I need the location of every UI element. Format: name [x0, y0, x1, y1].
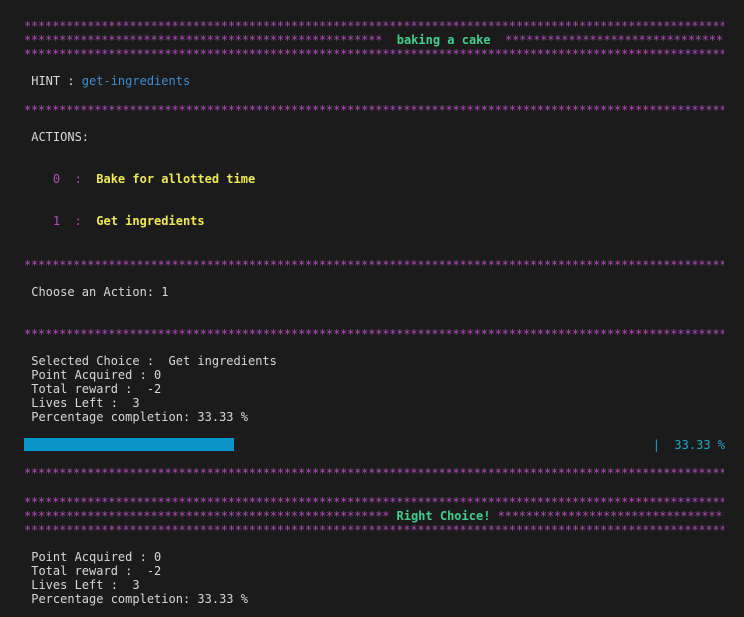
divider-stars-right: ****************************************…: [505, 33, 724, 47]
divider-stars: ****************************************…: [24, 523, 724, 537]
action-item[interactable]: 1 : Get ingredients: [24, 214, 724, 228]
progress-label: | 33.33 %: [652, 438, 725, 452]
point-acquired: Point Acquired : 0: [24, 368, 162, 382]
divider-stars: ****************************************…: [24, 258, 724, 272]
actions-heading: ACTIONS:: [24, 130, 90, 144]
total-reward: Total reward : -2: [24, 382, 162, 396]
hint-value: get-ingredients: [81, 74, 191, 88]
divider-stars-left: ****************************************…: [24, 509, 390, 523]
divider-stars: ****************************************…: [24, 327, 724, 341]
lives-left: Lives Left : 3: [24, 578, 140, 592]
divider-stars: ****************************************…: [24, 103, 724, 117]
divider-stars-left: ****************************************…: [24, 33, 383, 47]
total-reward: Total reward : -2: [24, 564, 162, 578]
divider-stars: ****************************************…: [24, 19, 724, 33]
percentage-completion: Percentage completion: 33.33 %: [24, 410, 248, 424]
page-title: baking a cake: [382, 33, 506, 47]
action-prompt[interactable]: Choose an Action: 1: [24, 285, 724, 299]
divider-stars: ****************************************…: [24, 495, 724, 509]
action-item[interactable]: 0 : Bake for allotted time: [24, 172, 724, 186]
divider-stars: ****************************************…: [24, 47, 724, 61]
action-label: Get ingredients: [96, 214, 205, 228]
selected-choice: Selected Choice : Get ingredients: [24, 354, 277, 368]
hint-label: HINT :: [24, 74, 82, 88]
action-index: 0 :: [24, 172, 97, 186]
action-label: Bake for allotted time: [96, 172, 256, 186]
banner-row: ****************************************…: [24, 509, 724, 523]
action-index: 1 :: [24, 214, 97, 228]
lives-left: Lives Left : 3: [24, 396, 140, 410]
divider-stars-right: ****************************************…: [497, 509, 724, 523]
header-title-row: ****************************************…: [24, 33, 724, 47]
progress-bar: [24, 438, 234, 451]
result-banner: Right Choice!: [389, 509, 498, 523]
divider-stars: ****************************************…: [24, 466, 724, 480]
point-acquired: Point Acquired : 0: [24, 550, 162, 564]
percentage-completion: Percentage completion: 33.33 %: [24, 592, 248, 606]
hint-row: HINT : get-ingredients: [24, 74, 724, 88]
